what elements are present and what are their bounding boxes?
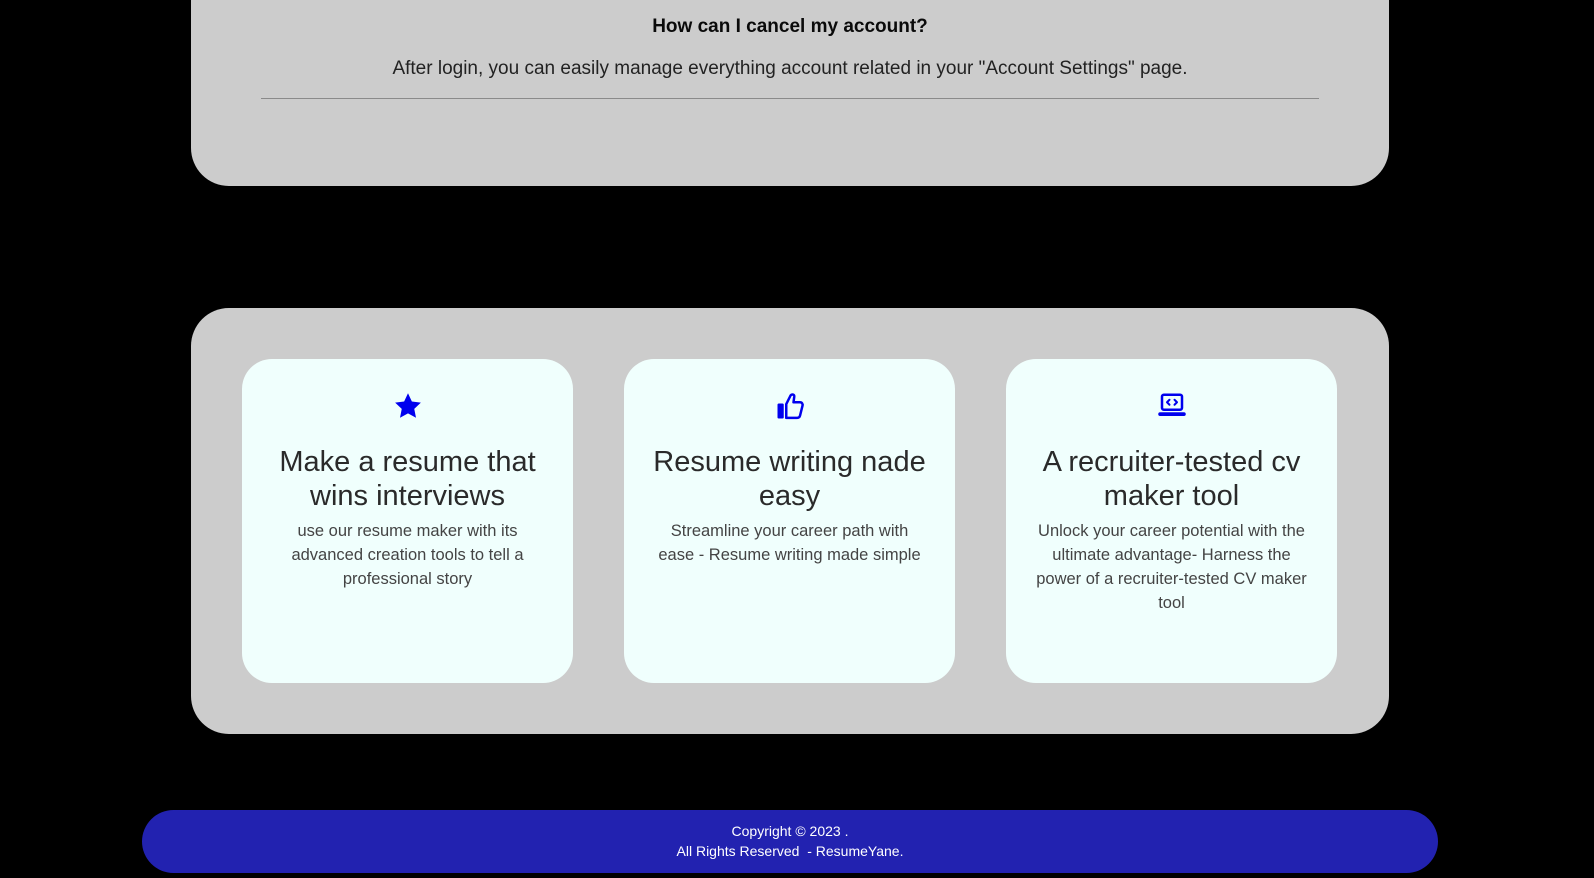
faq-divider — [261, 98, 1319, 99]
features-panel: Make a resume that wins interviews use o… — [191, 308, 1389, 734]
feature-card-cv-maker: A recruiter-tested cv maker tool Unlock … — [1006, 359, 1337, 683]
feature-card-text: use our resume maker with its advanced c… — [291, 522, 524, 588]
star-icon — [394, 393, 421, 418]
faq-question[interactable]: How can I cancel my account? — [191, 16, 1389, 38]
feature-card-resume-writing: Resume writing nade easy Streamline your… — [624, 359, 955, 683]
footer-rights: All Rights Reserved - ResumeYane. — [676, 843, 904, 859]
footer: Copyright © 2023 . All Rights Reserved -… — [142, 810, 1438, 873]
feature-card-text: Streamline your career path with ease - … — [658, 522, 921, 564]
feature-card-title: A recruiter-tested cv maker tool — [1042, 446, 1301, 512]
laptop-code-icon — [1157, 393, 1186, 416]
footer-copyright: Copyright © 2023 . — [731, 823, 849, 839]
feature-card-resume-wins: Make a resume that wins interviews use o… — [242, 359, 573, 683]
feature-card-title: Make a resume that wins interviews — [279, 446, 536, 512]
faq-answer: After login, you can easily manage every… — [392, 58, 1188, 79]
thumbs-up-icon — [777, 393, 804, 420]
faq-panel: How can I cancel my account? After login… — [191, 0, 1389, 186]
feature-card-title: Resume writing nade easy — [653, 446, 926, 512]
page: How can I cancel my account? After login… — [0, 0, 1594, 878]
feature-card-text: Unlock your career potential with the ul… — [1036, 522, 1307, 612]
